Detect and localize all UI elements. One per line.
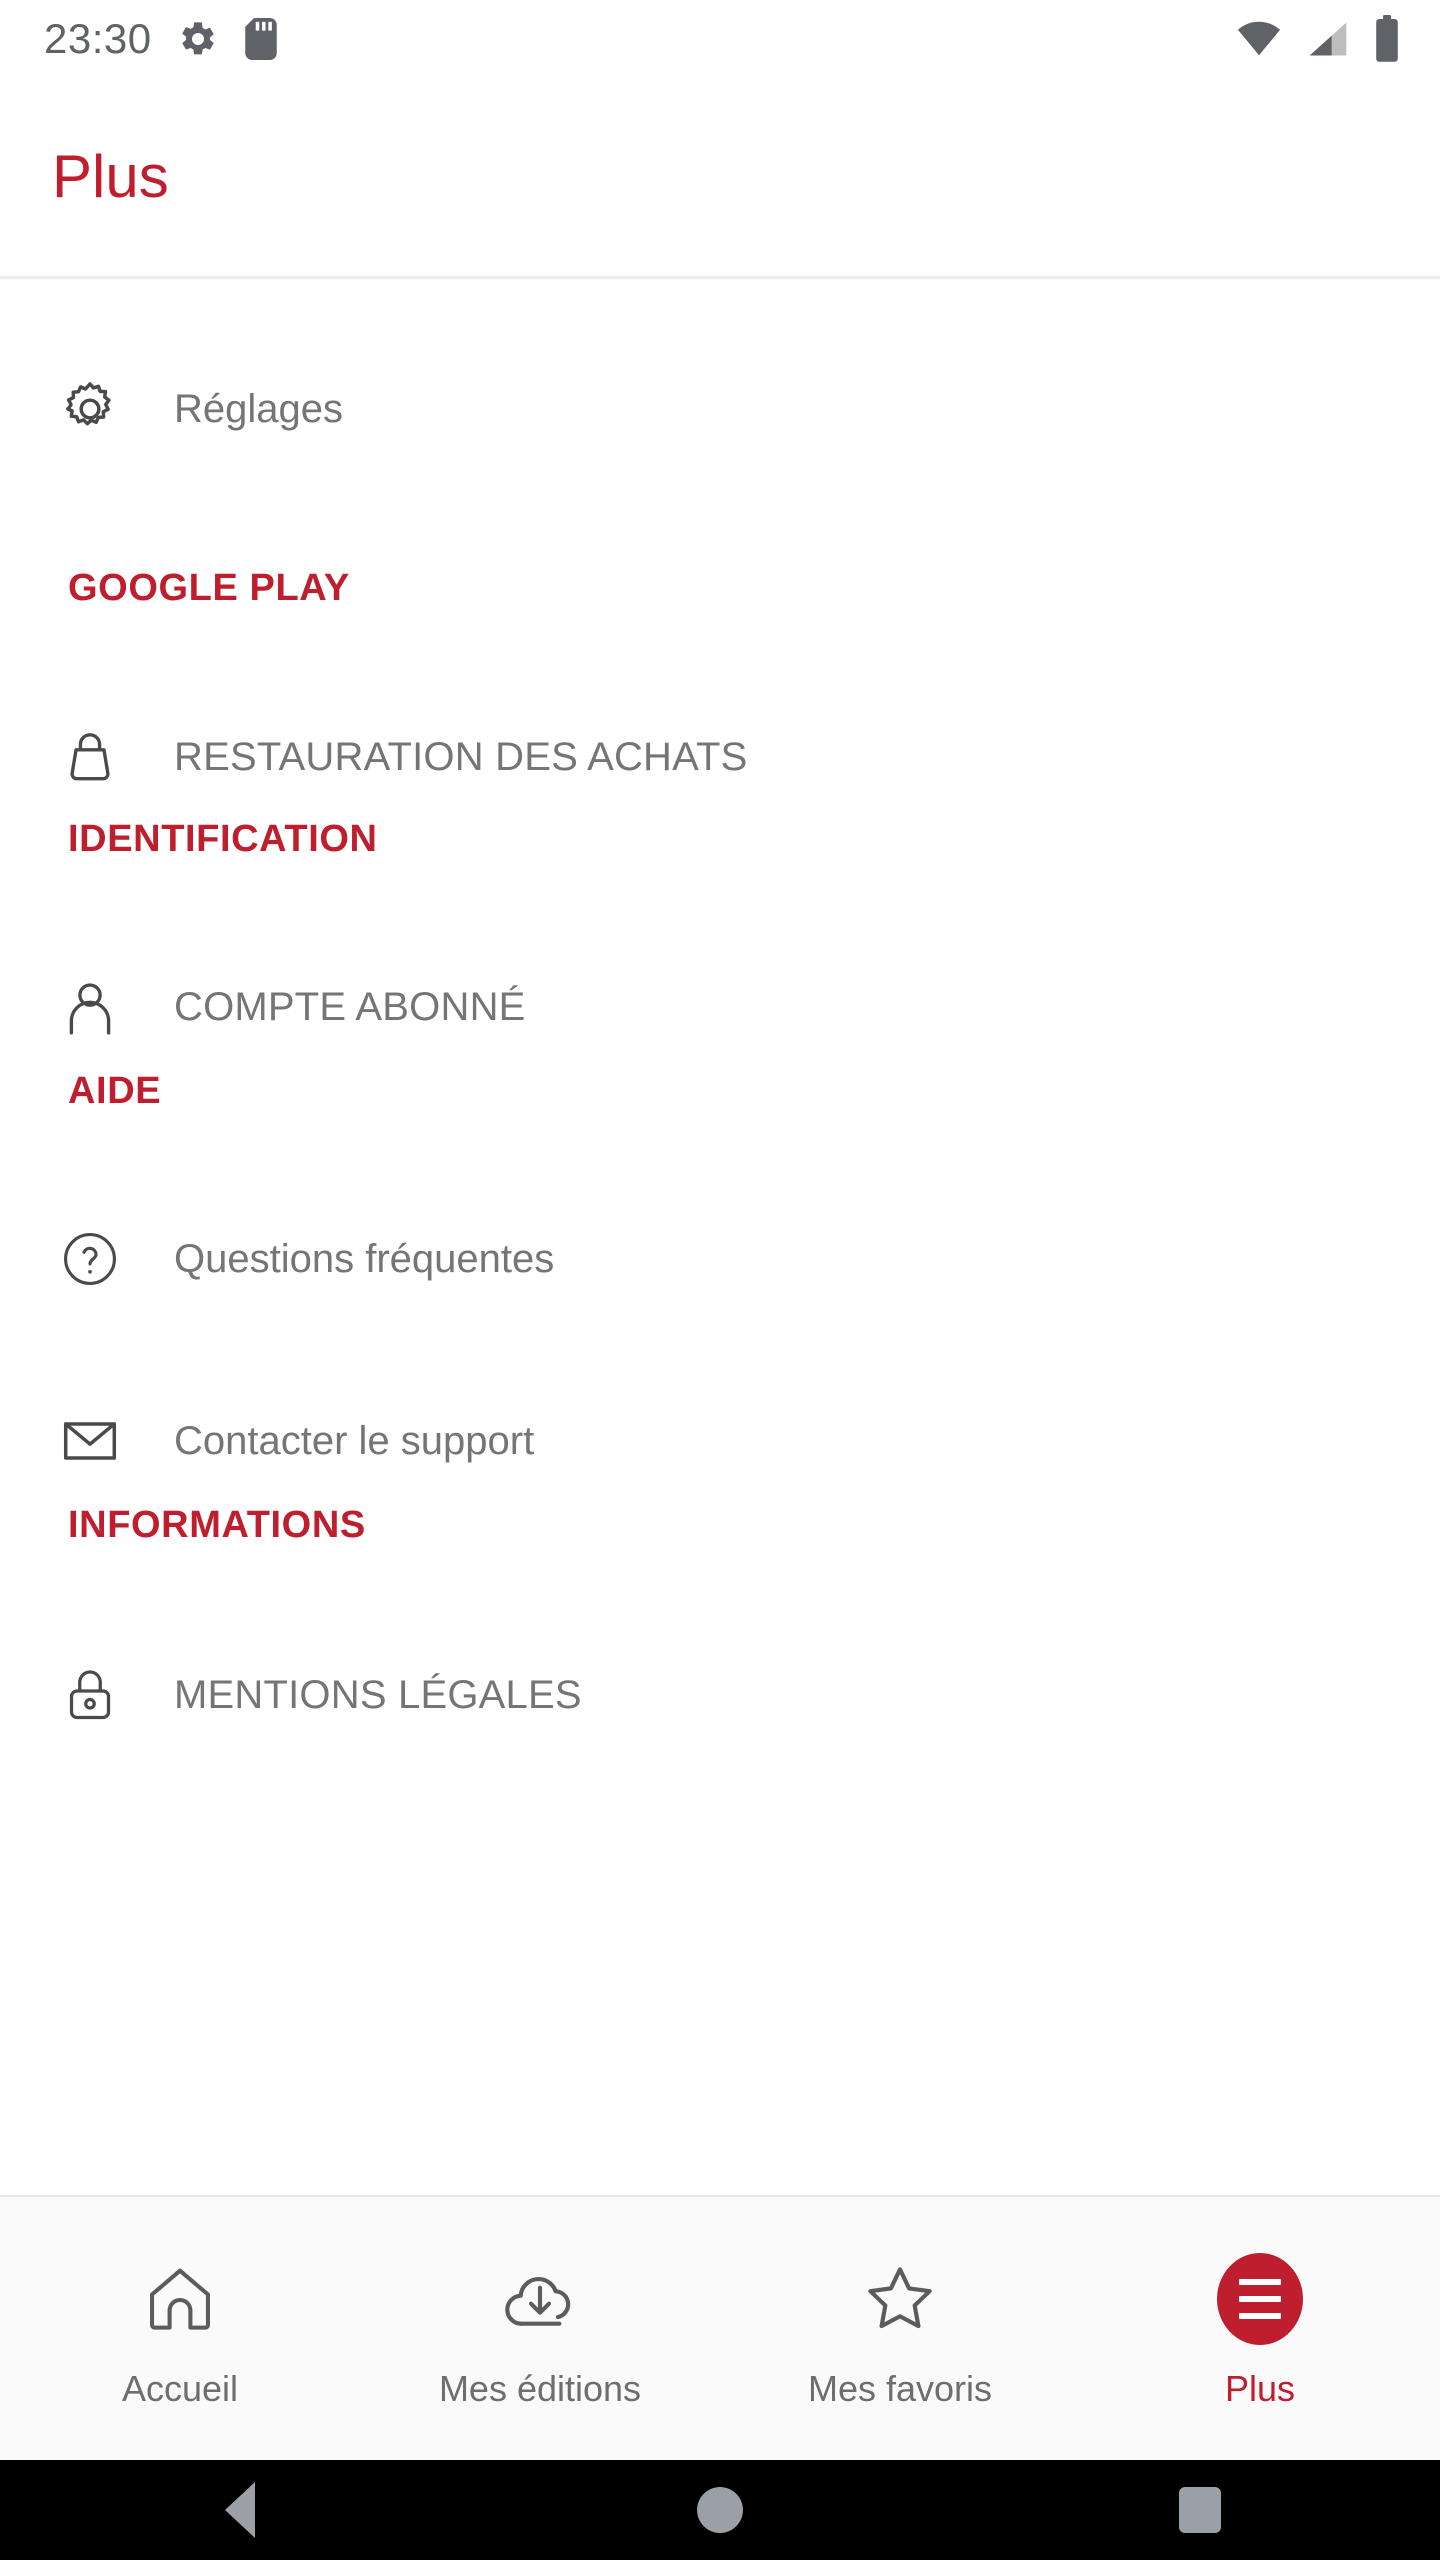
tab-label: Mes favoris [807,2367,993,2409]
bottom-tab-bar: Accueil Mes éditions Mes favoris Plus [0,2195,1440,2460]
shopping-bag-icon [52,719,128,795]
cloud-download-icon [500,2253,580,2345]
status-bar-clock: 23:30 [44,15,152,62]
gear-icon [52,371,128,447]
status-bar-left: 23:30 [0,18,278,60]
envelope-icon [52,1403,128,1479]
list-item-label: Réglages [174,387,344,431]
settings-list[interactable]: Réglages GOOGLE PLAY RESTAURATION DES AC… [0,279,1440,2205]
section-header-google-play: GOOGLE PLAY [68,567,350,609]
home-icon[interactable] [620,2460,820,2560]
page-title: Plus [52,143,169,210]
list-item-mentions-legales[interactable]: MENTIONS LÉGALES [0,1657,582,1733]
wifi-icon [1237,21,1281,56]
tab-accueil[interactable]: Accueil [0,2197,360,2462]
status-bar-right [1236,15,1440,63]
list-item-label: Questions fréquentes [174,1237,555,1281]
phone-screen: 23:30 Plus Réglages GOOGLE PLAY RESTAURA… [0,0,1440,2560]
battery-icon [1376,15,1398,62]
person-icon [52,969,128,1045]
app-bar: Plus [0,78,1440,276]
sd-card-icon [244,18,277,60]
list-item-label: COMPTE ABONNÉ [174,985,526,1029]
lock-icon [52,1657,128,1733]
tab-plus[interactable]: Plus [1080,2197,1440,2462]
list-item-reglages[interactable]: Réglages [0,371,343,447]
status-bar: 23:30 [0,0,1440,78]
cellular-signal-icon [1309,22,1347,56]
list-item-restauration-des-achats[interactable]: RESTAURATION DES ACHATS [0,719,748,795]
menu-line [1239,2312,1281,2319]
android-navigation-bar [0,2460,1440,2560]
star-icon [860,2253,940,2345]
plus-active-badge [1217,2252,1303,2345]
section-header-informations: INFORMATIONS [68,1504,366,1546]
tab-mes-favoris[interactable]: Mes favoris [720,2197,1080,2462]
hamburger-menu-icon [1217,2252,1303,2345]
back-icon[interactable] [140,2460,340,2560]
list-item-label: Contacter le support [174,1419,535,1463]
menu-line [1239,2295,1281,2302]
tab-label: Mes éditions [438,2367,642,2409]
menu-line [1239,2278,1281,2285]
tab-mes-editions[interactable]: Mes éditions [360,2197,720,2462]
list-item-compte-abonne[interactable]: COMPTE ABONNÉ [0,969,526,1045]
recent-apps-icon[interactable] [1100,2460,1300,2560]
list-item-contacter-le-support[interactable]: Contacter le support [0,1403,534,1479]
settings-gear-icon [182,22,214,55]
home-icon [141,2253,219,2345]
tab-label: Plus [1224,2367,1296,2409]
list-item-label: MENTIONS LÉGALES [174,1673,582,1717]
section-header-aide: AIDE [68,1070,162,1112]
list-item-questions-frequentes[interactable]: Questions fréquentes [0,1221,554,1297]
tab-label: Accueil [121,2367,239,2409]
list-item-label: RESTAURATION DES ACHATS [174,735,748,779]
section-header-identification: IDENTIFICATION [68,818,378,860]
question-mark-circle-icon [52,1221,128,1297]
